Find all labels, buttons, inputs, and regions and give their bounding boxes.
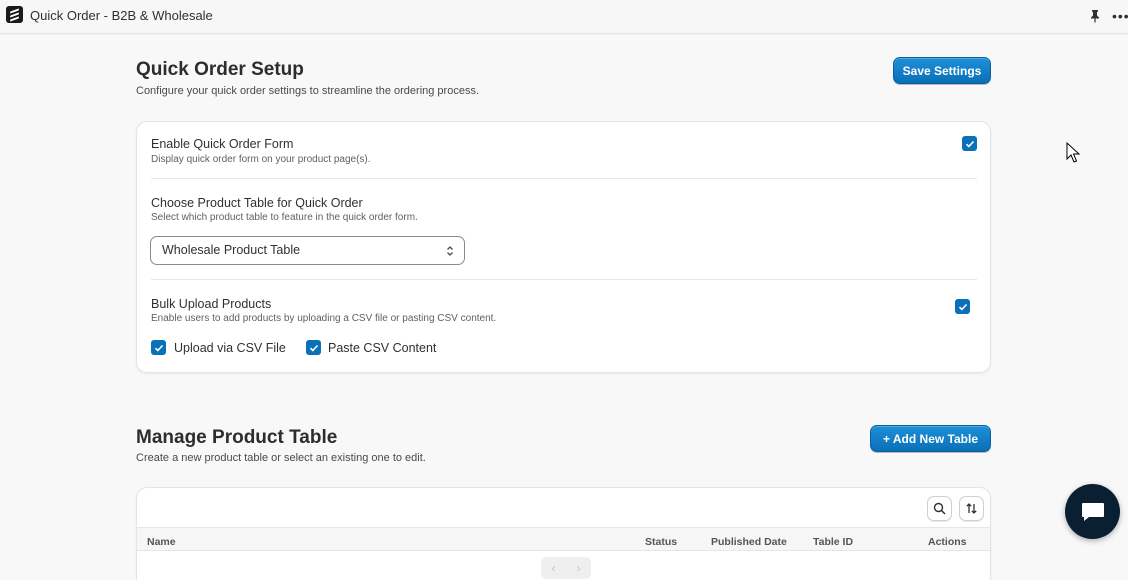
setup-subtitle: Configure your quick order settings to s… <box>136 85 480 97</box>
product-table-select[interactable]: Wholesale Product Table <box>150 236 465 265</box>
paste-csv-checkbox[interactable] <box>306 340 321 355</box>
product-table-desc: Select which product table to feature in… <box>151 212 418 223</box>
main-page: Quick Order Setup Configure your quick o… <box>0 35 1128 580</box>
enable-form-checkbox[interactable] <box>962 136 977 151</box>
search-icon <box>933 502 946 515</box>
table-header: Name Status Published Date Table ID Acti… <box>137 527 990 551</box>
column-name[interactable]: Name <box>147 536 176 548</box>
more-icon[interactable]: ••• <box>1112 8 1128 24</box>
add-new-table-button[interactable]: + Add New Table <box>870 425 991 452</box>
checkmark-icon <box>958 303 967 311</box>
search-button[interactable] <box>927 496 952 521</box>
column-status[interactable]: Status <box>645 536 677 548</box>
product-table-card: Name Status Published Date Table ID Acti… <box>136 487 991 580</box>
settings-card: Enable Quick Order Form Display quick or… <box>136 121 991 373</box>
checkmark-icon <box>965 140 974 148</box>
bulk-upload-checkbox[interactable] <box>955 299 970 314</box>
paste-csv-label[interactable]: Paste CSV Content <box>328 341 436 355</box>
column-actions: Actions <box>928 536 967 548</box>
bulk-upload-title: Bulk Upload Products <box>151 297 272 311</box>
app-logo-icon <box>6 6 23 23</box>
chat-button[interactable] <box>1065 484 1120 539</box>
cursor-icon <box>1066 142 1080 163</box>
sort-icon <box>966 503 977 514</box>
divider <box>151 178 977 179</box>
setup-title: Quick Order Setup <box>136 59 304 80</box>
save-settings-button[interactable]: Save Settings <box>893 57 991 84</box>
manage-subtitle: Create a new product table or select an … <box>136 452 426 464</box>
sort-button[interactable] <box>959 496 984 521</box>
next-page-button[interactable]: › <box>566 557 591 579</box>
upload-csv-label[interactable]: Upload via CSV File <box>174 341 286 355</box>
column-table-id[interactable]: Table ID <box>813 536 853 548</box>
bulk-upload-desc: Enable users to add products by uploadin… <box>151 313 497 324</box>
product-table-select-value: Wholesale Product Table <box>162 243 301 257</box>
upload-csv-checkbox[interactable] <box>151 340 166 355</box>
column-published-date[interactable]: Published Date <box>711 536 787 548</box>
prev-page-button[interactable]: ‹ <box>541 557 566 579</box>
app-header: Quick Order - B2B & Wholesale ••• <box>0 0 1128 34</box>
enable-form-desc: Display quick order form on your product… <box>151 154 371 165</box>
divider <box>151 279 977 280</box>
pagination: ‹ › <box>541 557 591 579</box>
checkmark-icon <box>309 344 318 352</box>
checkmark-icon <box>154 344 163 352</box>
chat-icon <box>1081 502 1104 521</box>
manage-title: Manage Product Table <box>136 427 338 448</box>
chevron-updown-icon <box>447 246 453 256</box>
enable-form-title: Enable Quick Order Form <box>151 137 294 151</box>
product-table-title: Choose Product Table for Quick Order <box>151 196 363 210</box>
pin-icon[interactable] <box>1089 9 1101 23</box>
app-title: Quick Order - B2B & Wholesale <box>30 8 213 23</box>
